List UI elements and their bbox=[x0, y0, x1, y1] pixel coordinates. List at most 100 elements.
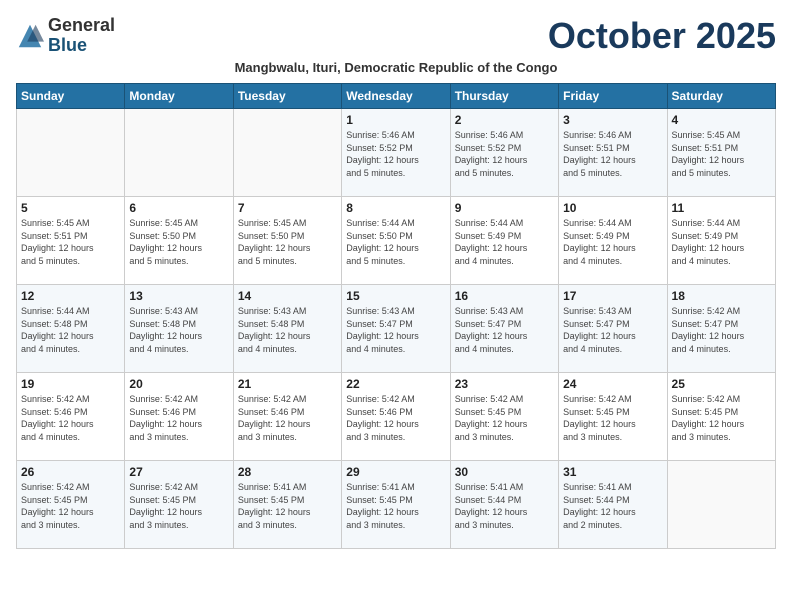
logo-text: General Blue bbox=[48, 16, 115, 56]
calendar-cell: 31Sunrise: 5:41 AM Sunset: 5:44 PM Dayli… bbox=[559, 461, 667, 549]
cell-info: Sunrise: 5:41 AM Sunset: 5:45 PM Dayligh… bbox=[346, 481, 445, 531]
cell-info: Sunrise: 5:44 AM Sunset: 5:48 PM Dayligh… bbox=[21, 305, 120, 355]
cell-info: Sunrise: 5:43 AM Sunset: 5:47 PM Dayligh… bbox=[563, 305, 662, 355]
calendar-header-row: SundayMondayTuesdayWednesdayThursdayFrid… bbox=[17, 84, 776, 109]
calendar-cell: 9Sunrise: 5:44 AM Sunset: 5:49 PM Daylig… bbox=[450, 197, 558, 285]
calendar-cell: 27Sunrise: 5:42 AM Sunset: 5:45 PM Dayli… bbox=[125, 461, 233, 549]
day-number: 13 bbox=[129, 289, 228, 303]
cell-info: Sunrise: 5:44 AM Sunset: 5:49 PM Dayligh… bbox=[563, 217, 662, 267]
day-number: 11 bbox=[672, 201, 771, 215]
calendar-cell: 18 Sunrise: 5:42 AM Sunset: 5:47 PM Dayli… bbox=[667, 285, 775, 373]
day-number: 6 bbox=[129, 201, 228, 215]
day-number: 2 bbox=[455, 113, 554, 127]
calendar-week-row: 26Sunrise: 5:42 AM Sunset: 5:45 PM Dayli… bbox=[17, 461, 776, 549]
cell-info: Sunrise: 5:43 AM Sunset: 5:47 PM Dayligh… bbox=[346, 305, 445, 355]
day-number: 26 bbox=[21, 465, 120, 479]
day-number: 23 bbox=[455, 377, 554, 391]
calendar-cell: 7 Sunrise: 5:45 AM Sunset: 5:50 PM Daylig… bbox=[233, 197, 341, 285]
calendar-cell: 5Sunrise: 5:45 AM Sunset: 5:51 PM Daylig… bbox=[17, 197, 125, 285]
day-number: 12 bbox=[21, 289, 120, 303]
cell-info: Sunrise: 5:41 AM Sunset: 5:44 PM Dayligh… bbox=[455, 481, 554, 531]
cell-info: Sunrise: 5:43 AM Sunset: 5:48 PM Dayligh… bbox=[238, 305, 337, 355]
calendar-week-row: 1 Sunrise: 5:46 AM Sunset: 5:52 PM Daylig… bbox=[17, 109, 776, 197]
cell-info: Sunrise: 5:42 AM Sunset: 5:45 PM Dayligh… bbox=[455, 393, 554, 443]
cell-info: Sunrise: 5:43 AM Sunset: 5:47 PM Dayligh… bbox=[455, 305, 554, 355]
calendar-cell: 13Sunrise: 5:43 AM Sunset: 5:48 PM Dayli… bbox=[125, 285, 233, 373]
weekday-header-friday: Friday bbox=[559, 84, 667, 109]
day-number: 4 bbox=[672, 113, 771, 127]
day-number: 8 bbox=[346, 201, 445, 215]
calendar-cell: 4Sunrise: 5:45 AM Sunset: 5:51 PM Daylig… bbox=[667, 109, 775, 197]
calendar-cell: 11 Sunrise: 5:44 AM Sunset: 5:49 PM Dayli… bbox=[667, 197, 775, 285]
day-number: 24 bbox=[563, 377, 662, 391]
weekday-header-thursday: Thursday bbox=[450, 84, 558, 109]
day-number: 21 bbox=[238, 377, 337, 391]
subtitle: Mangbwalu, Ituri, Democratic Republic of… bbox=[16, 60, 776, 75]
calendar-cell: 14 Sunrise: 5:43 AM Sunset: 5:48 PM Dayli… bbox=[233, 285, 341, 373]
calendar-cell: 20Sunrise: 5:42 AM Sunset: 5:46 PM Dayli… bbox=[125, 373, 233, 461]
calendar-cell: 2 Sunrise: 5:46 AM Sunset: 5:52 PM Daylig… bbox=[450, 109, 558, 197]
calendar-cell: 12 Sunrise: 5:44 AM Sunset: 5:48 PM Dayli… bbox=[17, 285, 125, 373]
day-number: 14 bbox=[238, 289, 337, 303]
day-number: 27 bbox=[129, 465, 228, 479]
calendar-cell: 22 Sunrise: 5:42 AM Sunset: 5:46 PM Dayli… bbox=[342, 373, 450, 461]
day-number: 20 bbox=[129, 377, 228, 391]
logo-icon bbox=[16, 22, 44, 50]
weekday-header-monday: Monday bbox=[125, 84, 233, 109]
day-number: 31 bbox=[563, 465, 662, 479]
logo: General Blue bbox=[16, 16, 115, 56]
cell-info: Sunrise: 5:42 AM Sunset: 5:46 PM Dayligh… bbox=[21, 393, 120, 443]
calendar-week-row: 19 Sunrise: 5:42 AM Sunset: 5:46 PM Dayli… bbox=[17, 373, 776, 461]
weekday-header-wednesday: Wednesday bbox=[342, 84, 450, 109]
cell-info: Sunrise: 5:46 AM Sunset: 5:51 PM Dayligh… bbox=[563, 129, 662, 179]
day-number: 17 bbox=[563, 289, 662, 303]
calendar-cell: 10Sunrise: 5:44 AM Sunset: 5:49 PM Dayli… bbox=[559, 197, 667, 285]
calendar-week-row: 12 Sunrise: 5:44 AM Sunset: 5:48 PM Dayli… bbox=[17, 285, 776, 373]
calendar-cell: 23 Sunrise: 5:42 AM Sunset: 5:45 PM Dayli… bbox=[450, 373, 558, 461]
day-number: 30 bbox=[455, 465, 554, 479]
weekday-header-sunday: Sunday bbox=[17, 84, 125, 109]
calendar-cell: 17 Sunrise: 5:43 AM Sunset: 5:47 PM Dayli… bbox=[559, 285, 667, 373]
day-number: 18 bbox=[672, 289, 771, 303]
day-number: 1 bbox=[346, 113, 445, 127]
cell-info: Sunrise: 5:44 AM Sunset: 5:49 PM Dayligh… bbox=[672, 217, 771, 267]
month-title: October 2025 bbox=[548, 16, 776, 56]
calendar-cell: 6 Sunrise: 5:45 AM Sunset: 5:50 PM Daylig… bbox=[125, 197, 233, 285]
calendar-week-row: 5Sunrise: 5:45 AM Sunset: 5:51 PM Daylig… bbox=[17, 197, 776, 285]
calendar-cell: 30 Sunrise: 5:41 AM Sunset: 5:44 PM Dayli… bbox=[450, 461, 558, 549]
day-number: 22 bbox=[346, 377, 445, 391]
cell-info: Sunrise: 5:45 AM Sunset: 5:50 PM Dayligh… bbox=[129, 217, 228, 267]
calendar-cell bbox=[233, 109, 341, 197]
cell-info: Sunrise: 5:42 AM Sunset: 5:45 PM Dayligh… bbox=[563, 393, 662, 443]
calendar-cell: 24 Sunrise: 5:42 AM Sunset: 5:45 PM Dayli… bbox=[559, 373, 667, 461]
day-number: 15 bbox=[346, 289, 445, 303]
cell-info: Sunrise: 5:46 AM Sunset: 5:52 PM Dayligh… bbox=[455, 129, 554, 179]
calendar-cell: 21 Sunrise: 5:42 AM Sunset: 5:46 PM Dayli… bbox=[233, 373, 341, 461]
calendar-cell: 29Sunrise: 5:41 AM Sunset: 5:45 PM Dayli… bbox=[342, 461, 450, 549]
calendar-cell: 19 Sunrise: 5:42 AM Sunset: 5:46 PM Dayli… bbox=[17, 373, 125, 461]
day-number: 28 bbox=[238, 465, 337, 479]
calendar-cell: 28 Sunrise: 5:41 AM Sunset: 5:45 PM Dayli… bbox=[233, 461, 341, 549]
calendar-cell: 26Sunrise: 5:42 AM Sunset: 5:45 PM Dayli… bbox=[17, 461, 125, 549]
calendar-cell: 3Sunrise: 5:46 AM Sunset: 5:51 PM Daylig… bbox=[559, 109, 667, 197]
calendar-cell bbox=[667, 461, 775, 549]
page-header: General Blue October 2025 bbox=[16, 16, 776, 56]
cell-info: Sunrise: 5:41 AM Sunset: 5:45 PM Dayligh… bbox=[238, 481, 337, 531]
cell-info: Sunrise: 5:42 AM Sunset: 5:46 PM Dayligh… bbox=[346, 393, 445, 443]
calendar-cell: 16 Sunrise: 5:43 AM Sunset: 5:47 PM Dayli… bbox=[450, 285, 558, 373]
cell-info: Sunrise: 5:44 AM Sunset: 5:50 PM Dayligh… bbox=[346, 217, 445, 267]
calendar-cell: 25Sunrise: 5:42 AM Sunset: 5:45 PM Dayli… bbox=[667, 373, 775, 461]
cell-info: Sunrise: 5:42 AM Sunset: 5:46 PM Dayligh… bbox=[238, 393, 337, 443]
calendar-cell bbox=[125, 109, 233, 197]
calendar-table: SundayMondayTuesdayWednesdayThursdayFrid… bbox=[16, 83, 776, 549]
day-number: 19 bbox=[21, 377, 120, 391]
calendar-cell: 1Sunrise: 5:46 AM Sunset: 5:52 PM Daylig… bbox=[342, 109, 450, 197]
cell-info: Sunrise: 5:42 AM Sunset: 5:45 PM Dayligh… bbox=[672, 393, 771, 443]
day-number: 16 bbox=[455, 289, 554, 303]
calendar-cell bbox=[17, 109, 125, 197]
day-number: 7 bbox=[238, 201, 337, 215]
cell-info: Sunrise: 5:42 AM Sunset: 5:47 PM Dayligh… bbox=[672, 305, 771, 355]
cell-info: Sunrise: 5:45 AM Sunset: 5:50 PM Dayligh… bbox=[238, 217, 337, 267]
cell-info: Sunrise: 5:45 AM Sunset: 5:51 PM Dayligh… bbox=[21, 217, 120, 267]
cell-info: Sunrise: 5:44 AM Sunset: 5:49 PM Dayligh… bbox=[455, 217, 554, 267]
